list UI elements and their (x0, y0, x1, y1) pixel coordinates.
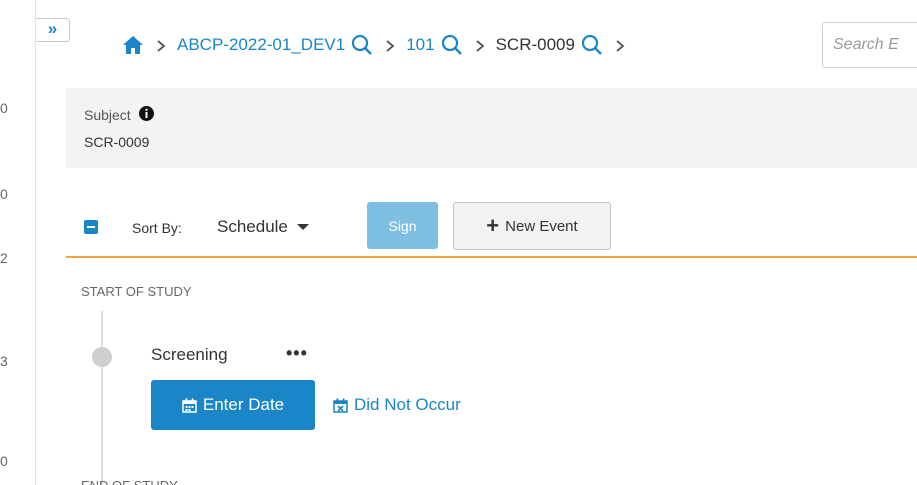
chevron-right-icon (385, 39, 395, 52)
sort-dropdown[interactable]: Schedule (217, 217, 309, 237)
subject-panel: Subject SCR-0009 (66, 88, 917, 168)
collapse-all-icon[interactable] (84, 220, 98, 234)
caret-down-icon (296, 224, 309, 230)
start-of-study-label: START OF STUDY (81, 284, 192, 299)
search-icon[interactable] (581, 34, 603, 56)
breadcrumb-study-link[interactable]: ABCP-2022-01_DEV1 (177, 35, 345, 55)
new-event-button[interactable]: + New Event (453, 202, 611, 250)
did-not-occur-link[interactable]: Did Not Occur (333, 395, 461, 415)
breadcrumb-site-link[interactable]: 101 (406, 35, 434, 55)
gutter-number: 3 (0, 353, 8, 369)
plus-icon: + (486, 213, 500, 238)
chevron-right-icon (475, 39, 485, 52)
home-icon[interactable] (122, 35, 144, 55)
event-name: Screening (151, 345, 228, 364)
did-not-occur-label: Did Not Occur (354, 395, 461, 414)
enter-date-button[interactable]: Enter Date (151, 380, 315, 430)
left-gutter: 0 0 2 3 0 (0, 0, 36, 485)
more-options-icon[interactable]: ••• (286, 343, 308, 364)
calendar-x-icon (333, 398, 348, 413)
gutter-number: 0 (0, 186, 8, 202)
search-icon[interactable] (441, 34, 463, 56)
chevron-right-icon (156, 39, 166, 52)
search-icon[interactable] (351, 34, 373, 56)
gutter-number: 2 (0, 250, 8, 266)
sort-value: Schedule (217, 217, 288, 236)
subject-label: Subject (84, 107, 131, 123)
calendar-icon (182, 398, 197, 413)
chevron-right-icon (615, 39, 625, 52)
breadcrumb: ABCP-2022-01_DEV1 101 SCR-0009 (122, 25, 636, 65)
sign-button[interactable]: Sign (367, 202, 438, 249)
breadcrumb-subject: SCR-0009 (495, 35, 575, 54)
enter-date-label: Enter Date (202, 395, 285, 414)
expand-sidebar-button[interactable]: » (36, 18, 70, 42)
gutter-number: 0 (0, 453, 8, 469)
sort-label: Sort By: (132, 220, 182, 236)
end-of-study-label: END OF STUDY (81, 478, 178, 485)
event-toolbar: Sort By: Schedule Sign + New Event (66, 200, 917, 258)
info-icon[interactable] (139, 106, 154, 121)
breadcrumb-search-input[interactable] (822, 22, 917, 68)
subject-value: SCR-0009 (84, 134, 150, 150)
timeline-line (101, 311, 103, 485)
new-event-label: New Event (505, 217, 578, 235)
timeline-dot (92, 347, 112, 367)
gutter-number: 0 (0, 100, 8, 116)
